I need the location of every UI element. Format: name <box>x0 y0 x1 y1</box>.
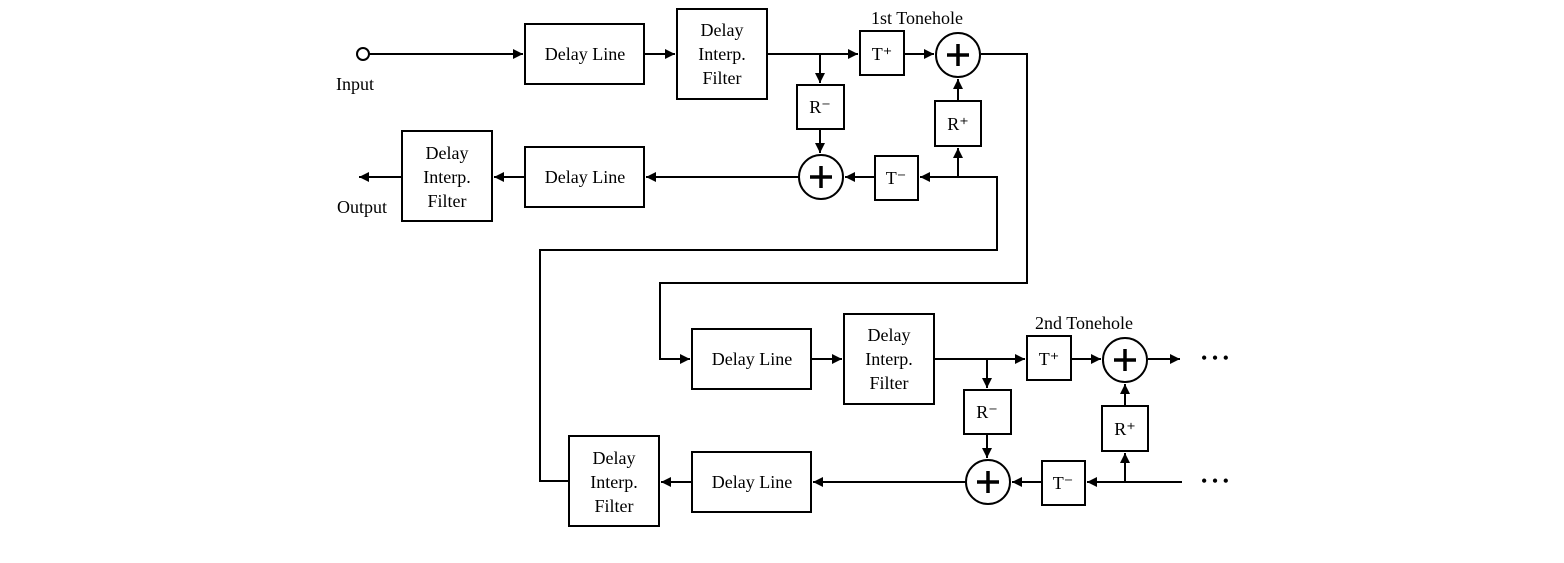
r-plus-label: R⁺ <box>1114 419 1136 439</box>
continuation-dots-bottom: • • • <box>1201 471 1229 491</box>
input-label: Input <box>336 74 374 94</box>
continuation-dots-top: • • • <box>1201 348 1229 368</box>
interp-filter-forward-line-2: Interp. <box>865 349 912 369</box>
t-plus-label: T⁺ <box>872 44 893 64</box>
delay-line-backward-label: Delay Line <box>545 167 625 187</box>
r-minus-label: R⁻ <box>976 402 998 422</box>
r-minus-label: R⁻ <box>809 97 831 117</box>
sum-forward <box>935 32 981 78</box>
global-io: Input Output • • • • • • <box>336 47 1229 491</box>
sum-backward <box>965 459 1011 505</box>
waveguide-tonehole-diagram: 1st Tonehole Delay Line Delay Interp. Filter… <box>336 8 1229 527</box>
interp-filter-forward-line-1: Delay <box>701 20 744 40</box>
t-minus-label: T⁻ <box>886 168 907 188</box>
interp-filter-backward-line-1: Delay <box>593 448 636 468</box>
output-label: Output <box>337 197 387 217</box>
tonehole-label: 2nd Tonehole <box>1035 313 1133 333</box>
interp-filter-forward-line-1: Delay <box>868 325 911 345</box>
tonehole-section-2: 2nd Tonehole Delay Line Delay Interp. Filter… <box>568 313 1149 527</box>
interp-filter-backward-line-3: Filter <box>595 496 634 516</box>
interp-filter-forward-line-2: Interp. <box>698 44 745 64</box>
t-plus-label: T⁺ <box>1039 349 1060 369</box>
delay-line-forward-label: Delay Line <box>712 349 792 369</box>
delay-line-forward-label: Delay Line <box>545 44 625 64</box>
r-plus-label: R⁺ <box>947 114 969 134</box>
input-port <box>356 47 370 61</box>
interp-filter-backward-line-3: Filter <box>428 191 467 211</box>
sum-backward <box>798 154 844 200</box>
tonehole-label: 1st Tonehole <box>871 8 963 28</box>
interp-filter-backward-line-1: Delay <box>426 143 469 163</box>
tonehole-section-1: 1st Tonehole Delay Line Delay Interp. Filter… <box>401 8 982 222</box>
interp-filter-backward-line-2: Interp. <box>590 472 637 492</box>
delay-line-backward-label: Delay Line <box>712 472 792 492</box>
t-minus-label: T⁻ <box>1053 473 1074 493</box>
interp-filter-forward-line-3: Filter <box>703 68 742 88</box>
sum-forward <box>1102 337 1148 383</box>
interp-filter-backward-line-2: Interp. <box>423 167 470 187</box>
interp-filter-forward-line-3: Filter <box>870 373 909 393</box>
